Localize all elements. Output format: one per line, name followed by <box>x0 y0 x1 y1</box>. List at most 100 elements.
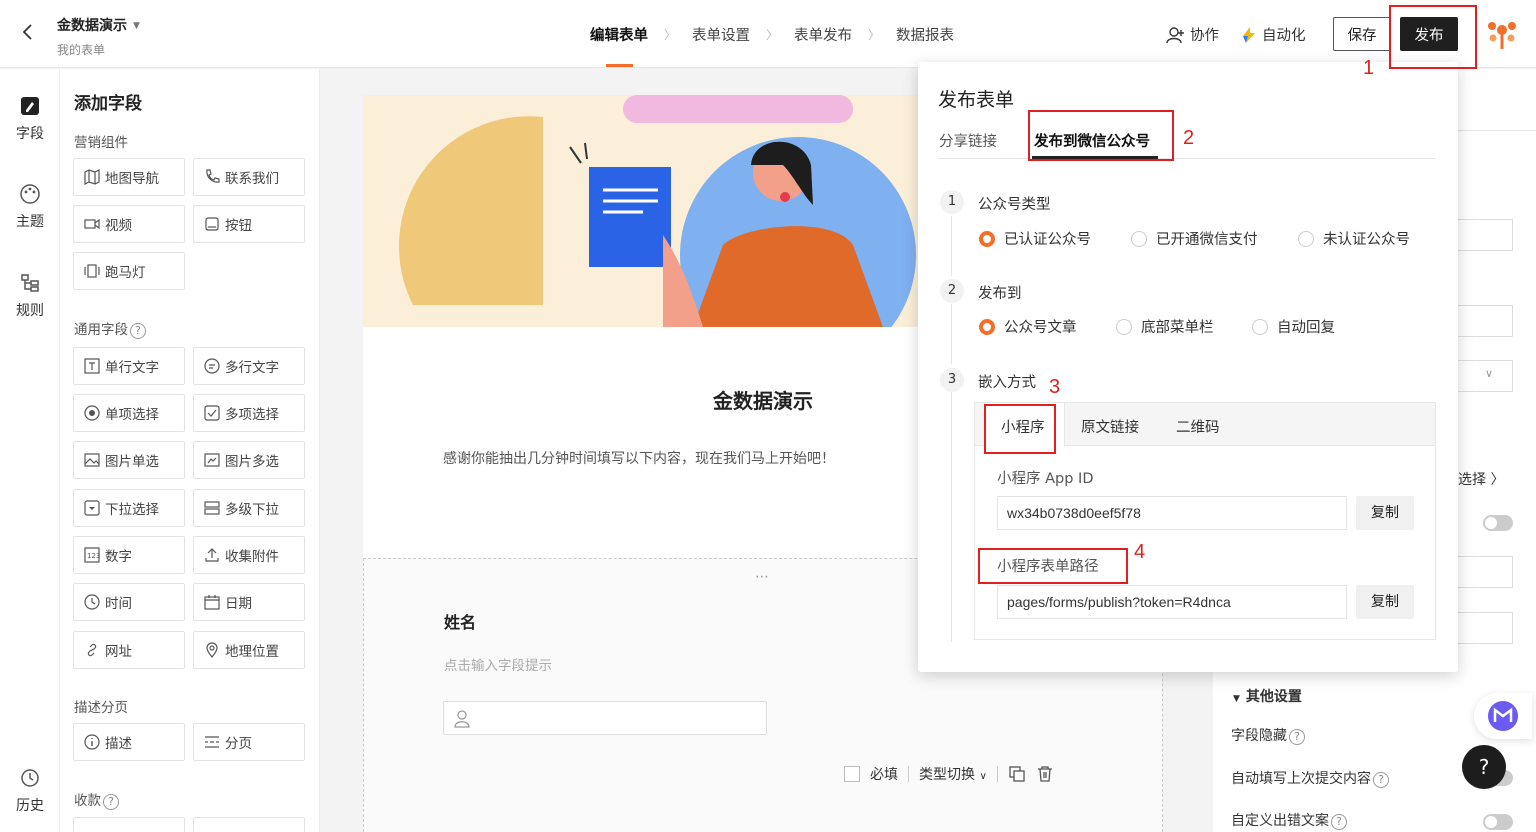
hide-field-setting: 字段隐藏? <box>1231 725 1305 745</box>
video-icon <box>84 218 100 230</box>
help-icon[interactable]: ? <box>1331 814 1347 830</box>
radio-auto-reply[interactable]: 自动回复 <box>1252 316 1335 337</box>
field-label: 分页 <box>225 736 252 752</box>
radio-unverified-account[interactable]: 未认证公众号 <box>1298 228 1410 249</box>
field-upload[interactable]: 收集附件 <box>193 536 305 574</box>
step-data-report[interactable]: 数据报表 <box>896 24 954 45</box>
help-icon[interactable]: ? <box>1289 729 1305 745</box>
field-marquee[interactable]: 跑马灯 <box>73 252 185 290</box>
drag-handle-icon[interactable]: ⋯ <box>755 569 770 585</box>
collab-button[interactable]: 协作 <box>1166 24 1219 45</box>
help-icon[interactable]: ? <box>1373 772 1389 788</box>
edit-doc-icon <box>21 97 39 115</box>
user-icon <box>454 710 470 728</box>
field-number[interactable]: 123 数字 <box>73 536 185 574</box>
field-label-name[interactable]: 姓名 <box>444 609 476 633</box>
divider <box>1458 130 1536 131</box>
step-account-type-label: 公众号类型 <box>978 197 1051 213</box>
field-panel: 添加字段 营销组件 地图导航 联系我们 视频 按钮 跑马灯 通用字段? 单行文字… <box>60 69 320 832</box>
field-image-single[interactable]: 图片单选 <box>73 441 185 479</box>
tab-share-link[interactable]: 分享链接 <box>939 130 997 151</box>
nav-fields[interactable]: 字段 <box>0 95 60 143</box>
field-time[interactable]: 时间 <box>73 583 185 621</box>
help-icon[interactable]: ? <box>130 323 146 339</box>
radio-article[interactable]: 公众号文章 <box>979 316 1077 337</box>
form-subtitle[interactable]: 我的表单 <box>57 41 140 58</box>
field-video[interactable]: 视频 <box>73 205 185 243</box>
autofill-setting: 自动填写上次提交内容? <box>1231 768 1389 788</box>
settings-input[interactable] <box>1455 219 1513 251</box>
nav-theme-label: 主题 <box>16 214 44 230</box>
field-single-text[interactable]: 单行文字 <box>73 347 185 385</box>
select-link[interactable]: 选择 〉 <box>1458 469 1504 489</box>
field-single-choice[interactable]: 单项选择 <box>73 394 185 432</box>
step-form-settings[interactable]: 表单设置 <box>692 24 750 45</box>
radio-wechat-pay-account[interactable]: 已开通微信支付 <box>1131 228 1258 249</box>
custom-error-setting: 自定义出错文案? <box>1231 810 1347 830</box>
appid-field[interactable]: wx34b0738d0eef5f78 <box>997 496 1347 530</box>
copy-appid-button[interactable]: 复制 <box>1356 496 1414 530</box>
field-location[interactable]: 地理位置 <box>193 631 305 669</box>
settings-select[interactable]: ∨ <box>1455 360 1513 392</box>
required-checkbox[interactable] <box>844 766 860 782</box>
radio-bottom-menu[interactable]: 底部菜单栏 <box>1116 316 1214 337</box>
brand-logo-icon[interactable] <box>1484 16 1520 52</box>
nav-rules[interactable]: 规则 <box>0 272 60 320</box>
embed-tab-original-link[interactable]: 原文链接 <box>1081 416 1139 437</box>
phone-icon <box>206 169 220 183</box>
chevron-right-icon: 〉 <box>664 28 677 42</box>
type-switch-button[interactable]: 类型切换 ∨ <box>919 764 987 784</box>
annotation-box-4 <box>978 548 1128 584</box>
map-icon <box>84 169 100 185</box>
step-form-publish[interactable]: 表单发布 <box>794 24 852 45</box>
field-image-multi[interactable]: 图片多选 <box>193 441 305 479</box>
assistant-bot-button[interactable] <box>1474 693 1532 739</box>
field-date[interactable]: 日期 <box>193 583 305 621</box>
toggle-switch[interactable] <box>1483 814 1513 830</box>
field-url[interactable]: 网址 <box>73 631 185 669</box>
field-payment-item[interactable] <box>193 817 305 832</box>
chevron-right-icon: 〉 <box>868 28 881 42</box>
field-pagebreak[interactable]: 分页 <box>193 723 305 761</box>
field-contact-us[interactable]: 联系我们 <box>193 158 305 196</box>
form-title-block[interactable]: 金数据演示 ▼ 我的表单 <box>57 15 140 58</box>
field-map-nav[interactable]: 地图导航 <box>73 158 185 196</box>
field-cascade[interactable]: 多级下拉 <box>193 489 305 527</box>
nav-history[interactable]: 历史 <box>0 767 60 815</box>
add-user-icon <box>1166 26 1184 43</box>
field-payment-item[interactable] <box>73 817 185 832</box>
settings-input[interactable] <box>1455 556 1513 588</box>
field-dropdown[interactable]: 下拉选择 <box>73 489 185 527</box>
automation-button[interactable]: 自动化 <box>1240 24 1306 45</box>
radio-selected-icon <box>979 318 995 335</box>
form-description[interactable]: 感谢你能抽出几分钟时间填写以下内容，现在我们马上开始吧！ <box>443 448 835 468</box>
name-input[interactable] <box>443 701 767 735</box>
radio-empty-icon <box>1252 318 1268 335</box>
field-multi-text[interactable]: 多行文字 <box>193 347 305 385</box>
field-label: 联系我们 <box>225 171 279 187</box>
save-button[interactable]: 保存 <box>1333 17 1391 51</box>
other-settings-header[interactable]: ▼ 其他设置 <box>1233 686 1302 706</box>
path-field[interactable]: pages/forms/publish?token=R4dnca <box>997 585 1347 619</box>
field-hint[interactable]: 点击输入字段提示 <box>444 654 552 674</box>
copy-path-button[interactable]: 复制 <box>1356 585 1414 619</box>
toggle-switch[interactable] <box>1483 515 1513 531</box>
step-edit-form[interactable]: 编辑表单 <box>590 24 648 67</box>
field-button[interactable]: 按钮 <box>193 205 305 243</box>
radio-verified-account[interactable]: 已认证公众号 <box>979 228 1091 249</box>
chevron-down-icon: ∨ <box>1485 367 1494 380</box>
nav-theme[interactable]: 主题 <box>0 183 60 231</box>
back-arrow-icon[interactable] <box>20 22 40 46</box>
field-label: 描述 <box>105 736 132 752</box>
help-button[interactable]: ? <box>1462 745 1506 789</box>
field-multi-choice[interactable]: 多项选择 <box>193 394 305 432</box>
help-icon[interactable]: ? <box>103 794 119 810</box>
settings-input[interactable] <box>1455 612 1513 644</box>
trash-icon[interactable] <box>1036 765 1054 783</box>
copy-icon[interactable] <box>1008 765 1026 783</box>
embed-tab-qrcode[interactable]: 二维码 <box>1176 416 1220 437</box>
required-label: 必填 <box>870 767 898 783</box>
form-title[interactable]: 金数据演示 ▼ <box>57 15 140 35</box>
settings-input[interactable] <box>1455 305 1513 337</box>
field-description[interactable]: 描述 <box>73 723 185 761</box>
